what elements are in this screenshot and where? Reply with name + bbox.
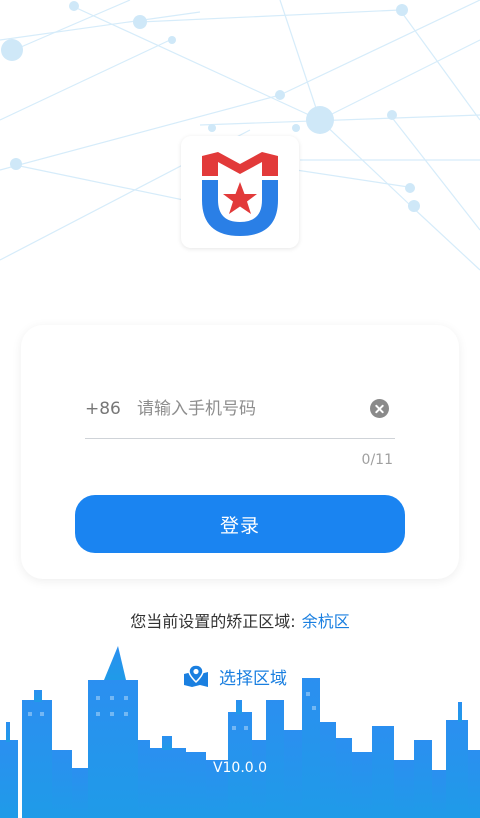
country-code: +86 [85, 399, 121, 419]
version-label: V10.0.0 [212, 760, 268, 776]
phone-input-row: +86 [85, 389, 395, 439]
login-button[interactable]: 登录 [75, 495, 405, 553]
region-info: 您当前设置的矫正区域: 余杭区 [0, 608, 480, 632]
shield-star-logo-icon [202, 152, 278, 236]
login-card: +86 0/11 登录 [21, 325, 459, 579]
select-region-button[interactable]: 选择区域 [182, 661, 287, 691]
map-pin-icon [184, 664, 208, 687]
current-region-link[interactable]: 余杭区 [302, 612, 350, 631]
clear-input-icon[interactable] [370, 399, 389, 418]
char-counter: 0/11 [361, 452, 393, 468]
phone-number-input[interactable] [137, 393, 357, 425]
app-logo-card [181, 136, 299, 248]
select-region-label: 选择区域 [219, 668, 287, 689]
region-prefix-label: 您当前设置的矫正区域: [130, 612, 296, 631]
